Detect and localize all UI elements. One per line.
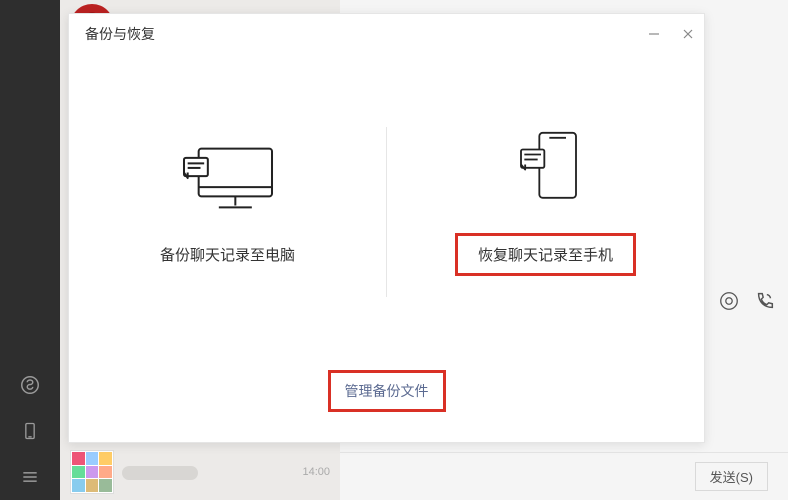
close-button[interactable] [680, 26, 696, 42]
monitor-icon [173, 140, 283, 216]
avatar [70, 450, 114, 494]
call-icon[interactable] [754, 290, 776, 312]
left-rail [0, 0, 60, 500]
send-button[interactable]: 发送(S) [695, 462, 768, 491]
modal-body: 备份聊天记录至电脑 恢复聊天记录至手机 [69, 54, 704, 442]
chat-name [122, 464, 198, 480]
chat-time: 14:00 [302, 466, 330, 478]
backup-restore-modal: 备份与恢复 [68, 13, 705, 443]
backup-to-pc-option[interactable]: 备份聊天记录至电脑 [69, 130, 386, 295]
restore-to-phone-option[interactable]: 恢复聊天记录至手机 [387, 119, 704, 306]
menu-icon[interactable] [19, 466, 41, 488]
app-root: 21/11/17 14:00 之前忘了谁分… [0, 0, 788, 500]
restore-label: 恢复聊天记录至手机 [455, 233, 636, 276]
backup-label: 备份聊天记录至电脑 [160, 244, 295, 265]
record-icon[interactable] [718, 290, 740, 312]
modal-header: 备份与恢复 [69, 14, 704, 54]
phone-restore-icon [491, 129, 601, 205]
modal-title: 备份与恢复 [85, 24, 155, 44]
phone-icon[interactable] [19, 420, 41, 442]
minimize-button[interactable] [646, 26, 662, 42]
manage-row: 管理备份文件 [69, 370, 704, 442]
manage-backup-link[interactable]: 管理备份文件 [328, 370, 446, 412]
chat-list-item[interactable]: 14:00 [60, 444, 340, 500]
chat-input-bar: 发送(S) [340, 452, 788, 500]
miniprogram-icon[interactable] [19, 374, 41, 396]
options-row: 备份聊天记录至电脑 恢复聊天记录至手机 [69, 54, 704, 370]
chat-actions [718, 290, 776, 312]
